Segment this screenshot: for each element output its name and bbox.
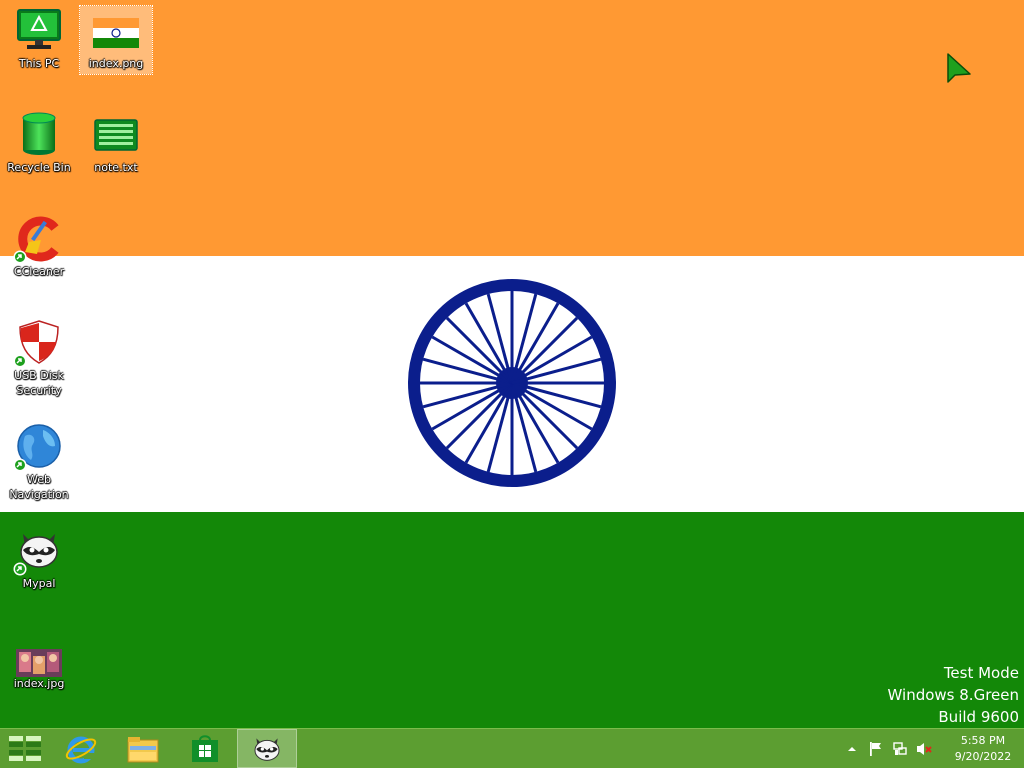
desktop-icon-mypal[interactable]: Mypal <box>3 526 75 591</box>
network-icon[interactable] <box>892 741 908 757</box>
icon-label: index.jpg <box>13 677 65 690</box>
png-image-icon <box>92 6 140 54</box>
icon-label: note.txt <box>94 161 138 174</box>
desktop-icon-index-png[interactable]: index.png <box>79 5 153 75</box>
icon-label: USB Disk Security <box>14 369 64 397</box>
icon-label: Mypal <box>22 577 56 590</box>
icon-label: Web Navigation <box>9 473 69 501</box>
taskbar-internet-explorer[interactable] <box>52 730 110 767</box>
ashoka-chakra-icon <box>408 279 616 487</box>
arrow-cursor-icon <box>947 53 971 83</box>
taskbar-clock[interactable]: 5:58 PM 9/20/2022 <box>948 733 1018 765</box>
desktop-icon-recycle-bin[interactable]: Recycle Bin <box>3 110 75 175</box>
volume-muted-icon[interactable] <box>916 741 932 757</box>
test-mode-watermark: Test Mode Windows 8.Green Build 9600 <box>888 662 1019 728</box>
jpg-image-icon <box>15 640 63 677</box>
taskbar-store[interactable] <box>176 730 234 767</box>
desktop-icon-this-pc[interactable]: This PC <box>3 6 75 71</box>
shortcut-arrow-icon <box>13 354 27 368</box>
watermark-line-build: Build 9600 <box>938 708 1019 726</box>
icon-label: index.png <box>88 57 144 70</box>
shortcut-arrow-icon <box>13 458 27 472</box>
shield-icon <box>13 318 63 368</box>
clock-date: 9/20/2022 <box>954 750 1012 763</box>
wallpaper-green-band <box>0 512 1024 728</box>
desktop-icon-usb-disk-security[interactable]: USB Disk Security <box>3 318 75 398</box>
taskbar-mypal[interactable] <box>237 729 297 768</box>
start-button[interactable] <box>0 730 50 767</box>
ccleaner-icon <box>13 214 63 264</box>
text-file-icon <box>92 110 140 158</box>
desktop-icon-index-jpg[interactable]: index.jpg <box>3 640 75 691</box>
clock-time: 5:58 PM <box>960 734 1006 747</box>
shortcut-arrow-icon <box>13 250 27 264</box>
action-center-flag-icon[interactable] <box>868 741 884 757</box>
globe-icon <box>13 422 63 472</box>
taskbar-file-explorer[interactable] <box>114 730 172 767</box>
wallpaper-saffron-band <box>0 0 1024 256</box>
icon-label: This PC <box>18 57 60 70</box>
shortcut-arrow-icon <box>13 562 27 576</box>
recycle-bin-icon <box>15 110 63 158</box>
desktop-icon-ccleaner[interactable]: CCleaner <box>3 214 75 279</box>
desktop-wallpaper[interactable] <box>0 0 1024 728</box>
raccoon-icon <box>13 526 63 576</box>
store-icon <box>192 734 218 762</box>
watermark-line-test-mode: Test Mode <box>943 664 1019 682</box>
mypal-icon <box>254 737 280 761</box>
desktop-icon-note-txt[interactable]: note.txt <box>80 110 152 175</box>
system-tray: 5:58 PM 9/20/2022 <box>844 729 1024 769</box>
icon-label: CCleaner <box>13 265 65 278</box>
icon-label: Recycle Bin <box>7 161 71 174</box>
start-icon <box>9 735 41 761</box>
desktop-icon-web-navigation[interactable]: Web Navigation <box>3 422 75 502</box>
taskbar: 5:58 PM 9/20/2022 <box>0 728 1024 768</box>
internet-explorer-icon <box>65 736 97 763</box>
show-hidden-icons-chevron[interactable] <box>844 741 860 757</box>
watermark-line-edition: Windows 8.Green <box>887 686 1019 704</box>
file-explorer-icon <box>127 736 159 762</box>
computer-icon <box>15 6 63 54</box>
